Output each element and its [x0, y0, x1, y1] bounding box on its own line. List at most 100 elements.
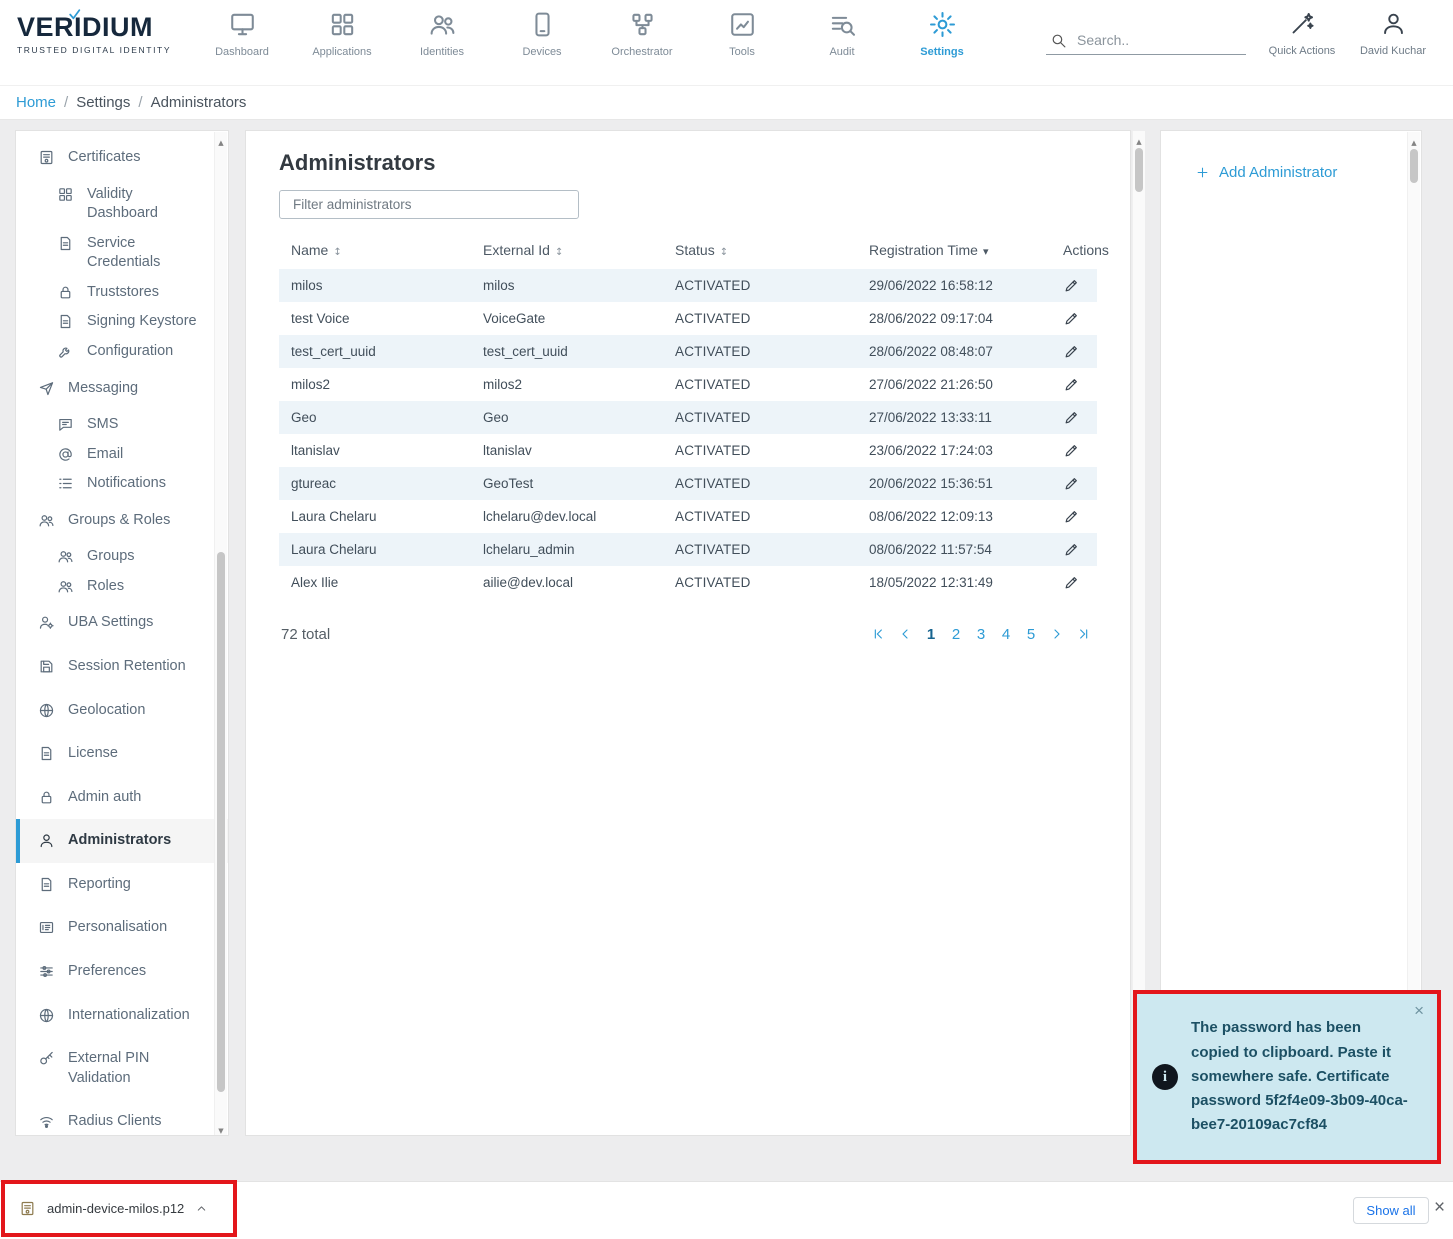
sidebar-item-radius-clients[interactable]: Radius Clients [16, 1100, 228, 1136]
next-page-button[interactable] [1046, 623, 1068, 645]
add-administrator-button[interactable]: Add Administrator [1195, 164, 1421, 181]
cell-registration-time: 08/06/2022 12:09:13 [857, 500, 1051, 533]
sidebar-item-validity-dashboard[interactable]: Validity Dashboard [16, 180, 228, 229]
sidebar-item-configuration[interactable]: Configuration [16, 337, 228, 367]
nav-item-orchestrator[interactable]: Orchestrator [592, 10, 692, 58]
first-page-button[interactable] [867, 623, 889, 645]
sidebar-item-uba-settings[interactable]: UBA Settings [16, 601, 228, 645]
page-next-icon [1049, 626, 1065, 642]
sidebar-item-groups[interactable]: Groups [16, 542, 228, 572]
sidebar-item-truststores[interactable]: Truststores [16, 278, 228, 308]
radius-clients-icon [38, 1113, 55, 1130]
sidebar-item-license[interactable]: License [16, 732, 228, 776]
edit-button[interactable] [1063, 442, 1080, 459]
sidebar-item-preferences[interactable]: Preferences [16, 950, 228, 994]
nav-item-settings[interactable]: Settings [892, 10, 992, 58]
page-2-button[interactable]: 2 [946, 623, 966, 645]
last-page-button[interactable] [1073, 623, 1095, 645]
edit-icon [1063, 442, 1080, 459]
sidebar-item-email[interactable]: Email [16, 440, 228, 470]
breadcrumb-item-settings[interactable]: Settings [76, 94, 130, 111]
notifications-icon [57, 475, 74, 492]
column-header-status[interactable]: Status↕ [663, 231, 857, 269]
main-scrollbar[interactable]: ▲ ▼ [1132, 131, 1145, 1135]
sidebar-item-session-retention[interactable]: Session Retention [16, 645, 228, 689]
search-box[interactable] [1046, 26, 1246, 55]
column-header-name[interactable]: Name↕ [279, 231, 471, 269]
scrollbar-thumb[interactable] [1135, 148, 1143, 192]
table-row[interactable]: gtureacGeoTestACTIVATED20/06/2022 15:36:… [279, 467, 1097, 500]
sidebar-item-groups-roles[interactable]: Groups & Roles [16, 499, 228, 543]
sidebar-scrollbar[interactable]: ▲ ▼ [214, 132, 227, 1136]
page-4-button[interactable]: 4 [996, 623, 1016, 645]
toast-close-button[interactable]: × [1410, 998, 1428, 1023]
scrollbar-thumb[interactable] [217, 552, 225, 1092]
sidebar-item-admin-auth[interactable]: Admin auth [16, 776, 228, 820]
sidebar-item-external-pin-validation[interactable]: External PIN Validation [16, 1037, 228, 1100]
edit-button[interactable] [1063, 376, 1080, 393]
sidebar-item-notifications[interactable]: Notifications [16, 469, 228, 499]
nav-item-identities[interactable]: Identities [392, 10, 492, 58]
table-row[interactable]: Laura Chelarulchelaru_adminACTIVATED08/0… [279, 533, 1097, 566]
user-menu[interactable]: David Kuchar [1356, 10, 1430, 57]
table-row[interactable]: test_cert_uuidtest_cert_uuidACTIVATED28/… [279, 335, 1097, 368]
detail-scrollbar[interactable]: ▲ ▼ [1407, 132, 1420, 1136]
scrollbar-thumb[interactable] [1410, 149, 1418, 183]
sidebar-item-sms[interactable]: SMS [16, 410, 228, 440]
nav-item-applications[interactable]: Applications [292, 10, 392, 58]
breadcrumb-item-home[interactable]: Home [16, 94, 56, 111]
column-header-external-id[interactable]: External Id↕ [471, 231, 663, 269]
download-bar-close-button[interactable]: × [1430, 1194, 1449, 1221]
settings-sidebar: CertificatesValidity DashboardService Cr… [15, 130, 229, 1136]
quick-actions-button[interactable]: Quick Actions [1266, 10, 1338, 57]
sidebar-item-signing-keystore[interactable]: Signing Keystore [16, 307, 228, 337]
edit-button[interactable] [1063, 574, 1080, 591]
sidebar-item-geolocation[interactable]: Geolocation [16, 689, 228, 733]
edit-button[interactable] [1063, 277, 1080, 294]
scroll-up-button[interactable]: ▲ [1133, 132, 1145, 146]
page-5-button[interactable]: 5 [1021, 623, 1041, 645]
filter-input[interactable] [279, 190, 579, 219]
edit-button[interactable] [1063, 508, 1080, 525]
total-count: 72 total [281, 626, 330, 643]
scroll-down-button[interactable]: ▼ [215, 1121, 227, 1135]
chevron-up-icon[interactable] [195, 1202, 208, 1215]
edit-button[interactable] [1063, 343, 1080, 360]
sidebar-item-label: Reporting [68, 875, 131, 895]
edit-button[interactable] [1063, 475, 1080, 492]
scroll-up-button[interactable]: ▲ [215, 133, 227, 147]
show-all-button[interactable]: Show all [1353, 1197, 1429, 1224]
column-header-registration-time[interactable]: Registration Time▾ [857, 231, 1051, 269]
nav-item-audit[interactable]: Audit [792, 10, 892, 58]
nav-item-tools[interactable]: Tools [692, 10, 792, 58]
sidebar-item-messaging[interactable]: Messaging [16, 367, 228, 411]
table-row[interactable]: GeoGeoACTIVATED27/06/2022 13:33:11 [279, 401, 1097, 434]
sidebar-item-personalisation[interactable]: Personalisation [16, 906, 228, 950]
page-1-button[interactable]: 1 [921, 623, 941, 645]
sidebar-item-service-credentials[interactable]: Service Credentials [16, 229, 228, 278]
table-row[interactable]: ltanislavltanislavACTIVATED23/06/2022 17… [279, 434, 1097, 467]
page-3-button[interactable]: 3 [971, 623, 991, 645]
edit-button[interactable] [1063, 541, 1080, 558]
table-row[interactable]: milos2milos2ACTIVATED27/06/2022 21:26:50 [279, 368, 1097, 401]
table-row[interactable]: Laura Chelarulchelaru@dev.localACTIVATED… [279, 500, 1097, 533]
nav-item-devices[interactable]: Devices [492, 10, 592, 58]
search-input[interactable] [1077, 32, 1242, 48]
nav-item-dashboard[interactable]: Dashboard [192, 10, 292, 58]
previous-page-button[interactable] [894, 623, 916, 645]
sidebar-item-roles[interactable]: Roles [16, 572, 228, 602]
tools-icon [728, 10, 757, 39]
table-row[interactable]: milosmilosACTIVATED29/06/2022 16:58:12 [279, 269, 1097, 302]
sidebar-item-reporting[interactable]: Reporting [16, 863, 228, 907]
sidebar-item-label: Groups & Roles [68, 511, 170, 531]
table-row[interactable]: Alex Ilieailie@dev.localACTIVATED18/05/2… [279, 566, 1097, 599]
scroll-up-button[interactable]: ▲ [1408, 133, 1420, 147]
veridium-logo[interactable]: VERIDIUM TRUSTED DIGITAL IDENTITY [17, 14, 171, 55]
table-row[interactable]: test VoiceVoiceGateACTIVATED28/06/2022 0… [279, 302, 1097, 335]
sidebar-item-certificates[interactable]: Certificates [16, 136, 228, 180]
edit-button[interactable] [1063, 409, 1080, 426]
sidebar-item-internationalization[interactable]: Internationalization [16, 994, 228, 1038]
download-chip[interactable]: admin-device-milos.p12 [19, 1200, 208, 1217]
edit-button[interactable] [1063, 310, 1080, 327]
sidebar-item-administrators[interactable]: Administrators [16, 819, 228, 863]
